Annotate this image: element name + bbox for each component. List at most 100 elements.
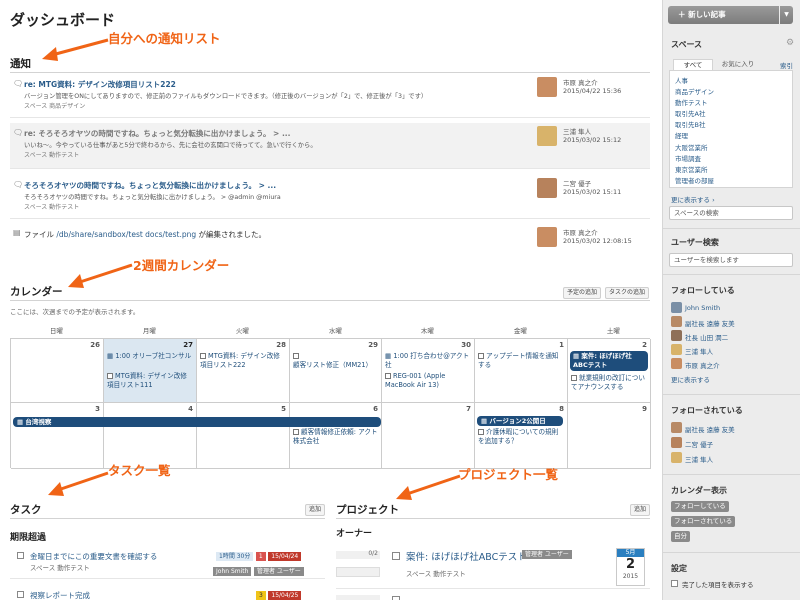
avatar[interactable] [537, 227, 557, 247]
space-item[interactable]: 動作テスト [675, 97, 708, 107]
file-link[interactable]: /db/share/sandbox/test docs/test.png [56, 230, 196, 239]
calendar-day[interactable]: 28 MTG資料: デザイン改修項目リスト222 [197, 339, 290, 403]
notification-user[interactable]: 市原 真之介 [563, 227, 598, 237]
calendar-task[interactable]: 顧客リスト修正（MM21） [293, 352, 378, 370]
assignee-tag[interactable]: John Smith [213, 567, 252, 576]
notification-item[interactable]: ▤ ファイル /db/share/sandbox/test docs/test.… [10, 224, 650, 252]
project-checkbox[interactable] [392, 552, 400, 560]
assignee-tag[interactable]: 管理者 ユーザー [253, 567, 304, 576]
follower-user[interactable]: 副社長 遠藤 友美 [685, 424, 735, 434]
following-user[interactable]: 三浦 隼人 [685, 346, 713, 356]
index-link[interactable]: 索引 [780, 60, 793, 70]
more-spaces-link[interactable]: 更に表示する › [671, 194, 715, 204]
notification-title[interactable]: そろそろオヤツの時間ですね。ちょっと気分転換に出かけましょう。 > ... [24, 180, 276, 191]
avatar[interactable] [537, 77, 557, 97]
space-item[interactable]: 人事 [675, 75, 688, 85]
calendar-day[interactable]: 5 [197, 403, 290, 469]
calendar-day-today[interactable]: 27 ▦ 1:00 オリーブ社コンサル MTG資料: デザイン改修項目リスト11… [104, 339, 197, 403]
calendar-milestone-bar[interactable]: ▦ バージョン2公開日 [477, 416, 563, 426]
task-checkbox[interactable] [17, 552, 24, 559]
calendar-day[interactable]: 30 ▦ 1:00 打ち合わせ@アクト社 REG-001 (Apple MacB… [382, 339, 475, 403]
calendar-day[interactable]: 29 顧客リスト修正（MM21） [290, 339, 382, 403]
space-item[interactable]: 商品デザイン [675, 86, 714, 96]
add-task-button[interactable]: タスクの追加 [605, 287, 650, 299]
avatar[interactable] [671, 422, 682, 433]
calendar-day[interactable]: 9 [568, 403, 651, 469]
following-user[interactable]: 副社長 遠藤 友美 [685, 318, 735, 328]
add-event-button[interactable]: 予定の追加 [563, 287, 602, 299]
following-user[interactable]: 市原 真之介 [685, 360, 720, 370]
show-done-checkbox[interactable] [671, 580, 678, 587]
gear-icon[interactable]: ⚙ [786, 38, 794, 48]
calendar-day[interactable]: 3 [11, 403, 104, 469]
notification-user[interactable]: 市原 真之介 [563, 77, 598, 87]
notification-date: 2015/04/22 15:36 [563, 87, 622, 95]
calendar-task[interactable]: MTG資料: デザイン改修項目リスト111 [107, 372, 193, 390]
calendar-day[interactable]: 26 [11, 339, 104, 403]
task-title[interactable]: 金曜日までにこの重要文書を確認する [30, 551, 157, 562]
space-item[interactable]: 市場調査 [675, 153, 701, 163]
calendar-task[interactable]: MTG資料: デザイン改修項目リスト222 [200, 352, 286, 370]
project-owner-tag[interactable]: 管理者 ユーザー [522, 550, 572, 559]
avatar[interactable] [671, 452, 682, 463]
add-task-button[interactable]: 追加 [305, 504, 326, 516]
notification-title[interactable]: re: そろそろオヤツの時間ですね。ちょっと気分転換に出かけましょう。 > ..… [24, 128, 291, 139]
notification-item[interactable]: 🗨 re: MTG資料: デザイン改修項目リスト222 バージョン管理をONにし… [10, 74, 650, 118]
follower-user[interactable]: 二宮 優子 [685, 439, 713, 449]
space-item[interactable]: 東京営業所 [675, 164, 708, 174]
calendar-task[interactable]: アップデート情報を通知する [478, 352, 564, 370]
add-project-button[interactable]: 追加 [630, 504, 651, 516]
avatar[interactable] [671, 358, 682, 369]
avatar[interactable] [537, 126, 557, 146]
calendar-event[interactable]: ▦ 1:00 打ち合わせ@アクト社 [385, 352, 471, 370]
calendar-task[interactable]: 介護休暇についての規則を追加する？ [478, 428, 564, 446]
task-item[interactable]: 金曜日までにこの重要文書を確認する スペース 動作テスト 1時間 30分 1 1… [10, 549, 325, 579]
tasks-title: タスク [10, 504, 42, 516]
calendar-day[interactable]: 8 ▦ バージョン2公開日 介護休暇についての規則を追加する？ [475, 403, 568, 469]
new-post-button[interactable]: ＋ 新しい記事 [668, 6, 779, 24]
avatar[interactable] [671, 437, 682, 448]
project-checkbox[interactable] [392, 596, 400, 600]
space-item[interactable]: 取引先A社 [675, 108, 705, 118]
calendar-task[interactable]: REG-001 (Apple MacBook Air 13) [385, 372, 471, 390]
space-search-input[interactable]: スペースの検索 [669, 206, 793, 220]
space-item[interactable]: 大阪営業所 [675, 142, 708, 152]
space-item[interactable]: 取引先B社 [675, 119, 705, 129]
space-item[interactable]: 経理 [675, 130, 688, 140]
calendar-day[interactable]: 2 ▦ 案件: ほげほげ社ABCテスト 就業規則の改訂についてアナウンスする [568, 339, 651, 403]
calendar-project-bar[interactable]: ▦ 案件: ほげほげ社ABCテスト [570, 351, 648, 371]
notification-user[interactable]: 三浦 隼人 [563, 126, 591, 136]
calendar-self-button[interactable]: 自分 [671, 531, 690, 542]
new-post-dropdown[interactable]: ▼ [780, 6, 793, 24]
avatar[interactable] [671, 316, 682, 327]
task-title[interactable]: 視察レポート完成 [30, 590, 90, 600]
notification-title[interactable]: re: MTG資料: デザイン改修項目リスト222 [24, 79, 176, 90]
calendar-following-button[interactable]: フォローしている [671, 501, 729, 512]
following-more-link[interactable]: 更に表示する [671, 374, 710, 384]
avatar[interactable] [671, 344, 682, 355]
notification-user[interactable]: 二宮 優子 [563, 178, 591, 188]
calendar-followers-button[interactable]: フォローされている [671, 516, 736, 527]
task-item[interactable]: 視察レポート完成 3 15/04/25 [10, 588, 325, 600]
calendar-day[interactable]: 7 [382, 403, 475, 469]
follower-user[interactable]: 三浦 隼人 [685, 454, 713, 464]
calendar-event[interactable]: ▦ 1:00 オリーブ社コンサル [107, 352, 193, 361]
avatar[interactable] [671, 330, 682, 341]
user-search-input[interactable]: ユーザーを検索します [669, 253, 793, 267]
avatar[interactable] [537, 178, 557, 198]
calendar-day[interactable]: 6 顧客情報修正依頼: アクト株式会社 [290, 403, 382, 469]
calendar-task[interactable]: 顧客情報修正依頼: アクト株式会社 [293, 428, 378, 446]
avatar[interactable] [671, 302, 682, 313]
following-user[interactable]: 社長 山田 潤二 [685, 332, 728, 342]
project-item[interactable]: 0/2 案件: ほげほげ社ABCテスト 管理者 ユーザー スペース 動作テスト … [336, 545, 650, 589]
tab-favorites[interactable]: お気に入り [715, 59, 761, 70]
following-user[interactable]: John Smith [685, 304, 720, 312]
space-item[interactable]: 管理者の部屋 [675, 175, 714, 185]
notification-item[interactable]: 🗨 re: そろそろオヤツの時間ですね。ちょっと気分転換に出かけましょう。 > … [10, 123, 650, 169]
calendar-trip-bar[interactable]: ▦ 台湾視察 [13, 417, 381, 427]
calendar-day[interactable]: 1 アップデート情報を通知する [475, 339, 568, 403]
calendar-task[interactable]: 就業規則の改訂についてアナウンスする [571, 374, 649, 392]
project-title[interactable]: 案件: ほげほげ社ABCテスト [406, 549, 527, 563]
task-checkbox[interactable] [17, 591, 24, 598]
notification-item[interactable]: 🗨 そろそろオヤツの時間ですね。ちょっと気分転換に出かけましょう。 > ... … [10, 175, 650, 219]
